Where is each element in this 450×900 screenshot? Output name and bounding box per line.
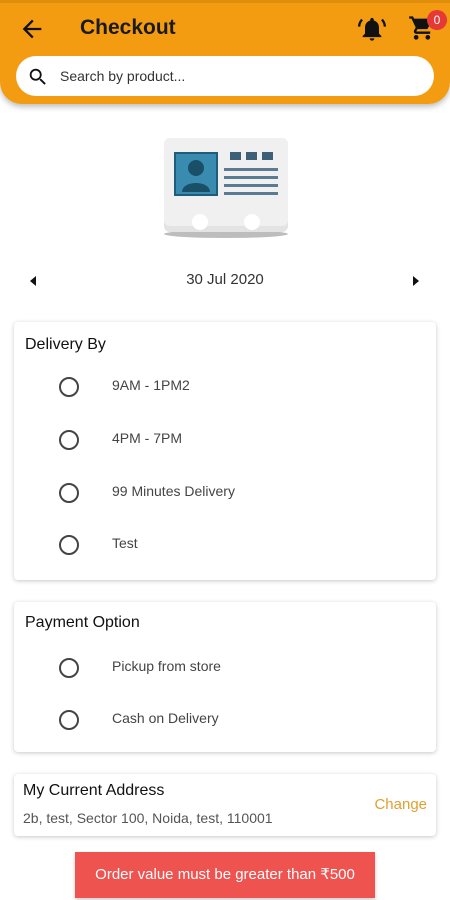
delivery-option[interactable]: 9AM - 1PM2 bbox=[14, 372, 436, 402]
notifications-button[interactable] bbox=[358, 15, 386, 43]
payment-option-label: Cash on Delivery bbox=[112, 710, 219, 726]
delivery-option[interactable]: 4PM - 7PM bbox=[14, 425, 436, 455]
search-bar[interactable] bbox=[16, 56, 434, 96]
change-address-button[interactable]: Change bbox=[374, 796, 427, 813]
payment-option[interactable]: Cash on Delivery bbox=[14, 705, 436, 735]
radio-button[interactable] bbox=[59, 710, 79, 730]
delivery-card: Delivery By 9AM - 1PM2 4PM - 7PM 99 Minu… bbox=[14, 322, 436, 580]
radio-button[interactable] bbox=[59, 430, 79, 450]
delivery-option-label: 99 Minutes Delivery bbox=[112, 483, 235, 499]
date-selector: 30 Jul 2020 bbox=[0, 268, 450, 296]
bell-icon bbox=[358, 17, 386, 41]
id-card-illustration bbox=[158, 132, 294, 242]
back-button[interactable] bbox=[18, 15, 46, 43]
delivery-option-label: Test bbox=[112, 535, 138, 551]
delivery-option-label: 4PM - 7PM bbox=[112, 430, 183, 446]
delivery-option[interactable]: 99 Minutes Delivery bbox=[14, 478, 436, 508]
address-card: My Current Address 2b, test, Sector 100,… bbox=[14, 774, 436, 836]
page-title: Checkout bbox=[80, 16, 176, 39]
search-input[interactable] bbox=[60, 56, 420, 96]
payment-title: Payment Option bbox=[25, 614, 140, 631]
status-strip bbox=[0, 0, 450, 3]
payment-option[interactable]: Pickup from store bbox=[14, 653, 436, 683]
cart-count-badge: 0 bbox=[427, 10, 447, 30]
radio-button[interactable] bbox=[59, 483, 79, 503]
search-icon bbox=[29, 68, 46, 85]
radio-button[interactable] bbox=[59, 535, 79, 555]
selected-date: 30 Jul 2020 bbox=[186, 271, 264, 288]
radio-button[interactable] bbox=[59, 658, 79, 678]
payment-card: Payment Option Pickup from store Cash on… bbox=[14, 602, 436, 752]
radio-button[interactable] bbox=[59, 377, 79, 397]
order-warning-banner: Order value must be greater than ₹500 bbox=[75, 852, 375, 898]
address-title: My Current Address bbox=[23, 782, 165, 799]
next-date-button[interactable] bbox=[413, 276, 419, 286]
address-text: 2b, test, Sector 100, Noida, test, 11000… bbox=[23, 810, 273, 826]
arrow-left-icon bbox=[22, 19, 42, 39]
delivery-title: Delivery By bbox=[25, 336, 106, 353]
delivery-option[interactable]: Test bbox=[14, 530, 436, 560]
payment-option-label: Pickup from store bbox=[112, 658, 221, 674]
delivery-option-label: 9AM - 1PM2 bbox=[112, 377, 190, 393]
